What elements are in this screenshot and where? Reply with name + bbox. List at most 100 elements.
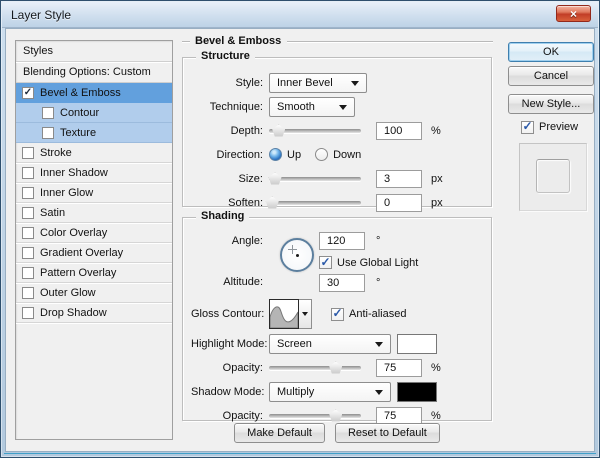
preview-checkbox[interactable]	[521, 120, 534, 134]
use-global-light-row: Use Global Light	[319, 256, 418, 269]
depth-slider[interactable]	[269, 124, 361, 138]
dropdown-arrow-icon	[375, 390, 383, 395]
gloss-contour-thumbnail[interactable]	[269, 299, 299, 329]
divider	[182, 40, 190, 42]
highlight-color-swatch[interactable]	[397, 333, 437, 354]
make-default-button[interactable]: Make Default	[234, 423, 325, 443]
sidebar-item-label: Satin	[40, 206, 66, 219]
preview-thumbnail	[519, 143, 587, 211]
highlight-opacity-unit: %	[431, 361, 441, 374]
slider-track	[269, 176, 361, 181]
layer-style-dialog: Layer Style × Styles Blending Options: C…	[0, 0, 600, 458]
technique-value: Smooth	[277, 100, 315, 113]
use-global-light-checkbox[interactable]	[319, 256, 332, 269]
preview-toggle-row: Preview	[508, 120, 594, 134]
cancel-button[interactable]: Cancel	[508, 66, 594, 86]
checkbox[interactable]	[22, 286, 34, 299]
shadow-opacity-slider[interactable]	[269, 409, 361, 423]
size-row: Size: 3 px	[191, 168, 483, 189]
ok-button[interactable]: OK	[508, 42, 594, 62]
highlight-opacity-input[interactable]: 75	[376, 358, 422, 377]
direction-up-label: Up	[287, 148, 302, 161]
size-slider[interactable]	[268, 172, 361, 186]
sidebar-item-inner-shadow[interactable]: Inner Shadow	[16, 163, 172, 183]
sidebar-item-bevel-emboss[interactable]: ✓ Bevel & Emboss	[16, 83, 172, 103]
slider-thumb[interactable]	[329, 409, 343, 422]
slider-thumb[interactable]	[268, 172, 282, 185]
slider-thumb[interactable]	[329, 361, 343, 374]
shadow-mode-value: Multiply	[277, 385, 315, 398]
checkbox[interactable]: ✓	[22, 86, 34, 99]
structure-group: Structure Style: Inner Bevel Technique: …	[182, 50, 492, 212]
checkbox[interactable]	[22, 206, 34, 219]
angle-dial[interactable]	[280, 238, 314, 272]
highlight-opacity-slider[interactable]	[269, 361, 361, 375]
close-button[interactable]: ×	[556, 5, 591, 22]
sidebar-item-label: Stroke	[40, 146, 72, 159]
new-style-button[interactable]: New Style...	[508, 94, 594, 114]
size-input[interactable]: 3	[376, 169, 422, 188]
sidebar-item-label: Inner Shadow	[40, 166, 108, 179]
checkbox[interactable]	[22, 306, 34, 319]
sidebar-item-satin[interactable]: Satin	[16, 203, 172, 223]
titlebar[interactable]: Layer Style ×	[2, 2, 598, 28]
checkbox[interactable]	[42, 106, 54, 119]
sidebar-item-label: Pattern Overlay	[40, 266, 117, 279]
checkbox[interactable]	[22, 226, 34, 239]
reset-to-default-button[interactable]: Reset to Default	[334, 423, 440, 443]
checkbox[interactable]	[22, 266, 34, 279]
highlight-mode-row: Highlight Mode: Screen	[191, 333, 483, 354]
checkbox[interactable]	[22, 246, 34, 259]
size-label: Size:	[238, 172, 263, 185]
checkbox[interactable]	[42, 126, 54, 139]
checkbox[interactable]	[22, 166, 34, 179]
sidebar-item-color-overlay[interactable]: Color Overlay	[16, 223, 172, 243]
soften-input[interactable]: 0	[376, 193, 422, 212]
checkbox[interactable]	[22, 146, 34, 159]
slider-track	[269, 413, 361, 418]
sidebar-item-label: Texture	[60, 126, 97, 139]
sidebar-item-gradient-overlay[interactable]: Gradient Overlay	[16, 243, 172, 263]
angle-input[interactable]: 120	[319, 232, 365, 250]
sidebar-item-pattern-overlay[interactable]: Pattern Overlay	[16, 263, 172, 283]
depth-input[interactable]: 100	[376, 121, 422, 140]
shadow-opacity-input[interactable]: 75	[376, 406, 422, 425]
sidebar-item-drop-shadow[interactable]: Drop Shadow	[16, 303, 172, 323]
sidebar-item-label: Contour	[60, 106, 100, 119]
checkbox[interactable]	[22, 186, 34, 199]
shadow-mode-dropdown[interactable]: Multiply	[269, 381, 391, 402]
highlight-mode-dropdown[interactable]: Screen	[269, 333, 391, 354]
shading-legend: Shading	[196, 210, 250, 222]
soften-unit: px	[431, 196, 443, 209]
technique-dropdown[interactable]: Smooth	[269, 96, 355, 117]
sidebar-item-label: Bevel & Emboss	[40, 86, 121, 99]
slider-thumb[interactable]	[272, 124, 286, 137]
technique-label: Technique:	[209, 100, 263, 113]
sidebar-item-label: Drop Shadow	[40, 306, 107, 319]
anti-aliased-label: Anti-aliased	[349, 308, 407, 320]
panel-header: Bevel & Emboss	[182, 35, 493, 47]
sidebar-item-outer-glow[interactable]: Outer Glow	[16, 283, 172, 303]
direction-down-radio[interactable]	[315, 148, 329, 161]
action-column: OK Cancel New Style... Preview	[508, 42, 594, 211]
angle-unit: °	[376, 235, 381, 247]
shadow-opacity-label: Opacity:	[222, 409, 263, 422]
sidebar-item-contour[interactable]: Contour	[16, 103, 172, 123]
styles-list: ✓ Bevel & Emboss Contour Texture Stroke Inner…	[16, 83, 172, 323]
anti-aliased-checkbox[interactable]	[331, 307, 344, 321]
depth-label: Depth:	[230, 124, 263, 137]
slider-track	[269, 365, 361, 370]
gloss-contour-dropdown-button[interactable]	[299, 299, 312, 329]
shadow-color-swatch[interactable]	[397, 381, 437, 402]
sidebar-item-inner-glow[interactable]: Inner Glow	[16, 183, 172, 203]
style-row: Style: Inner Bevel	[191, 72, 483, 93]
footer-buttons: Make Default Reset to Default	[182, 423, 492, 443]
soften-slider[interactable]	[265, 196, 361, 210]
sidebar-header-styles[interactable]: Styles	[16, 41, 172, 62]
style-dropdown[interactable]: Inner Bevel	[269, 72, 367, 93]
direction-up-radio[interactable]	[269, 148, 282, 161]
sidebar-item-stroke[interactable]: Stroke	[16, 143, 172, 163]
altitude-input[interactable]: 30	[319, 274, 365, 292]
sidebar-item-blending-options[interactable]: Blending Options: Custom	[16, 62, 172, 83]
sidebar-item-texture[interactable]: Texture	[16, 123, 172, 143]
